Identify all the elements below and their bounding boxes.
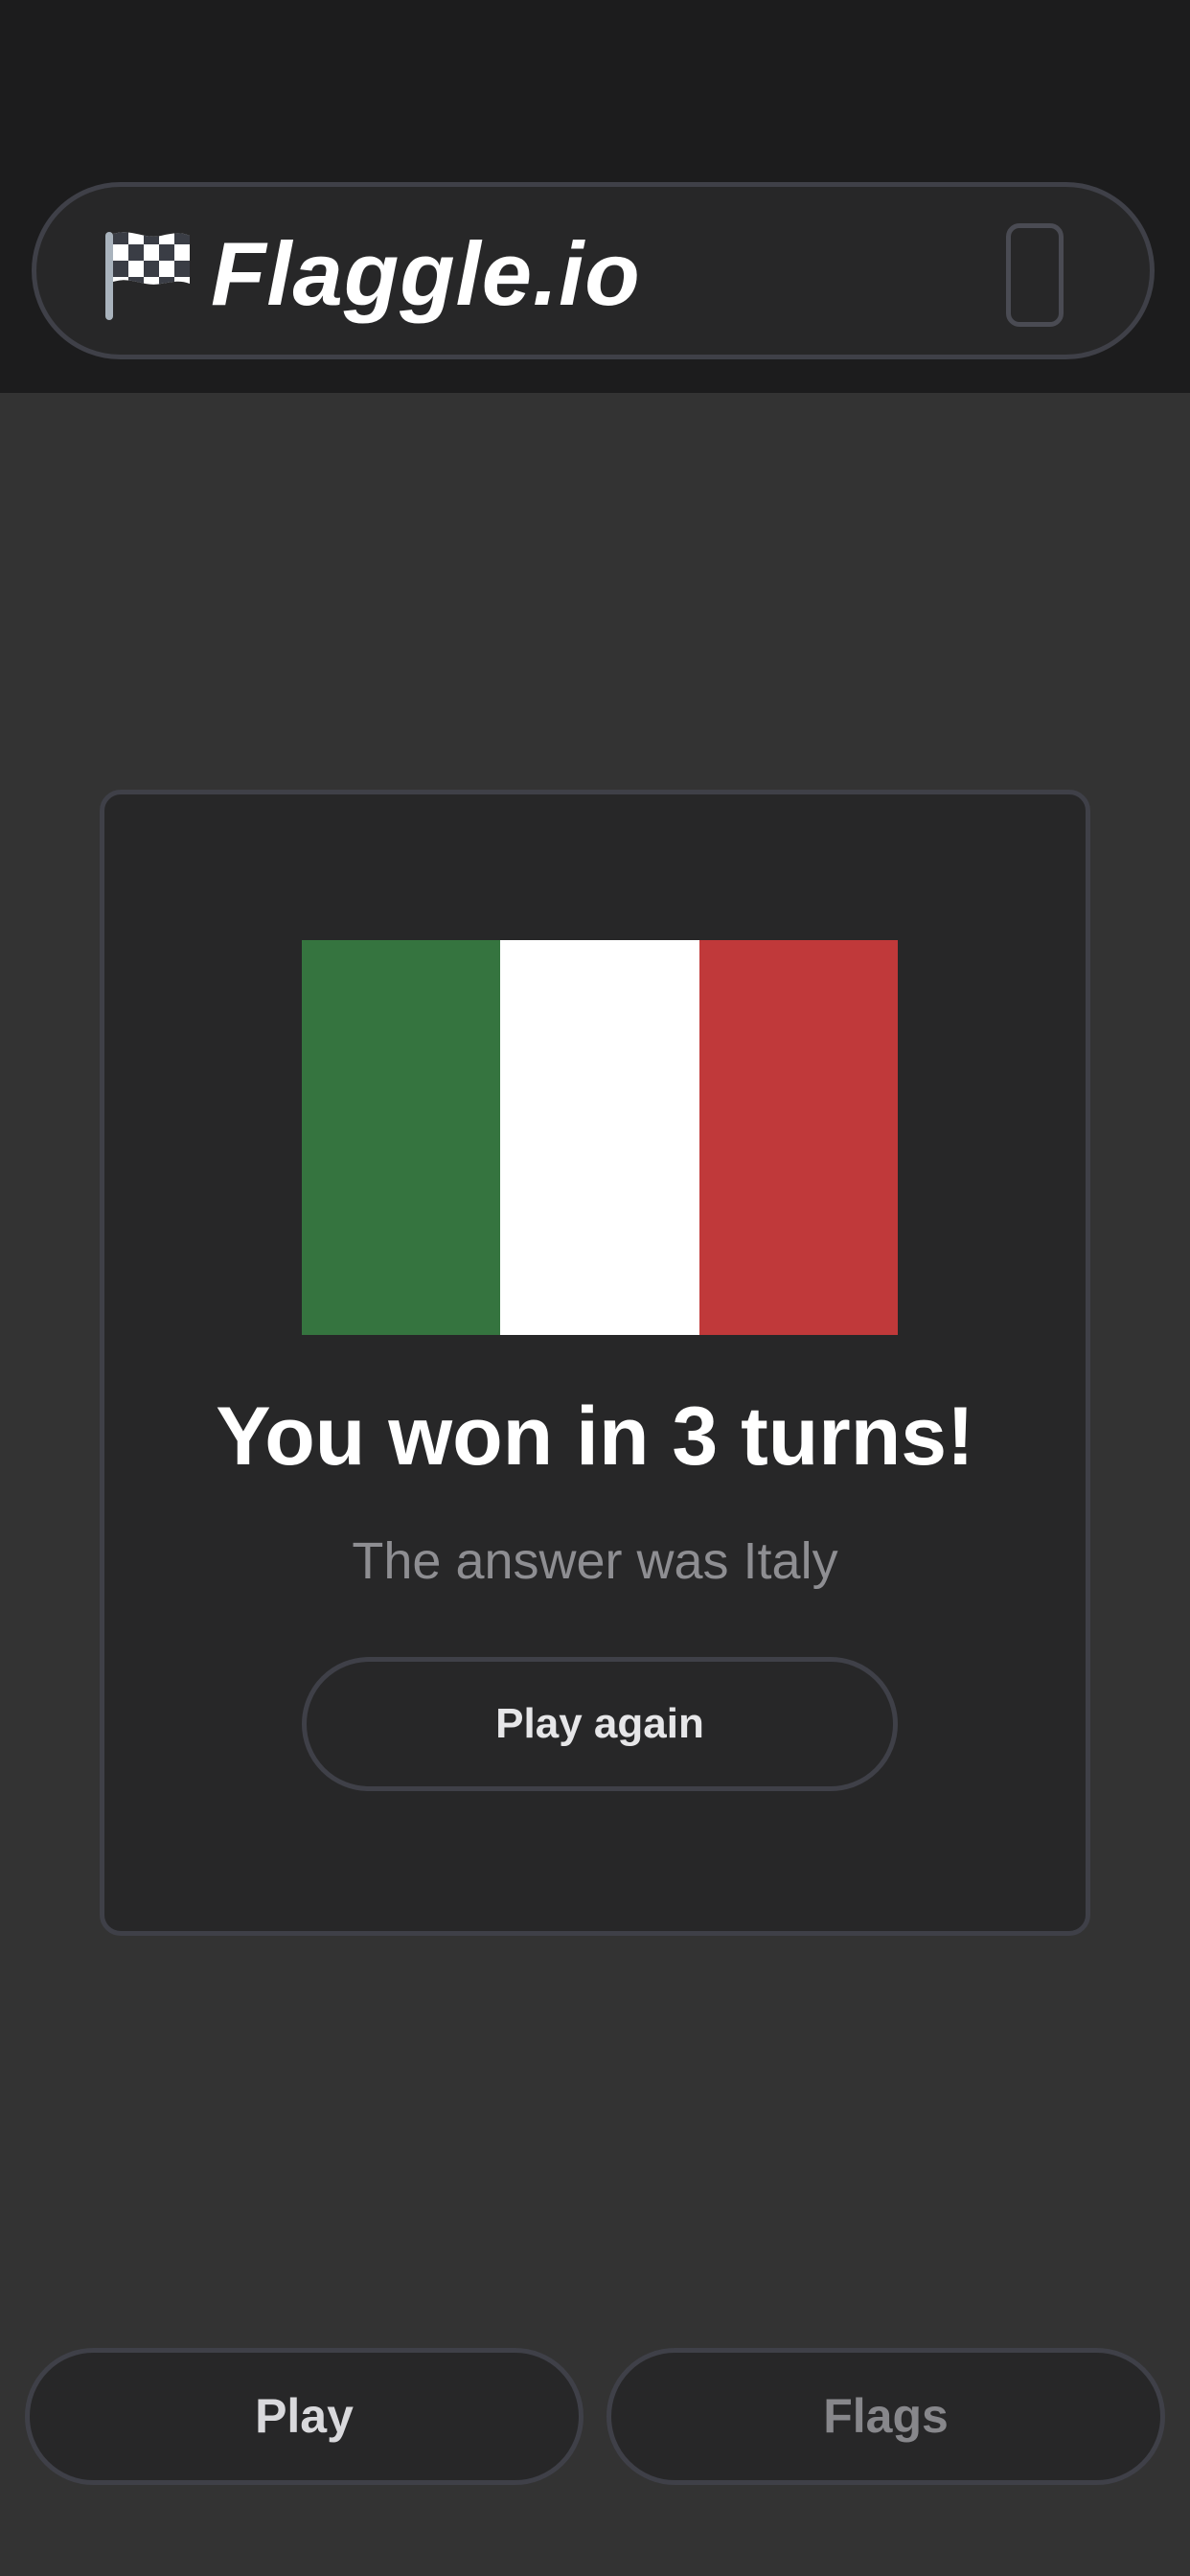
result-title: You won in 3 turns! — [216, 1391, 974, 1483]
italy-flag — [302, 940, 898, 1335]
answer-text: The answer was Italy — [352, 1532, 838, 1590]
result-card: You won in 3 turns! The answer was Italy… — [100, 790, 1090, 1936]
phone-outline-icon[interactable] — [1006, 223, 1064, 327]
play-again-button[interactable]: Play again — [302, 1657, 898, 1791]
flag-stripe-red — [698, 940, 898, 1335]
brand-title: Flaggle.io — [211, 223, 641, 324]
flag-stripe-white — [500, 940, 699, 1335]
checkered-flag-icon — [105, 232, 190, 320]
nav-play-button[interactable]: Play — [25, 2348, 584, 2485]
flag-stripe-green — [302, 940, 501, 1335]
app-header: Flaggle.io — [32, 182, 1155, 359]
nav-flags-button[interactable]: Flags — [606, 2348, 1165, 2485]
top-bar: Flaggle.io — [0, 0, 1190, 393]
